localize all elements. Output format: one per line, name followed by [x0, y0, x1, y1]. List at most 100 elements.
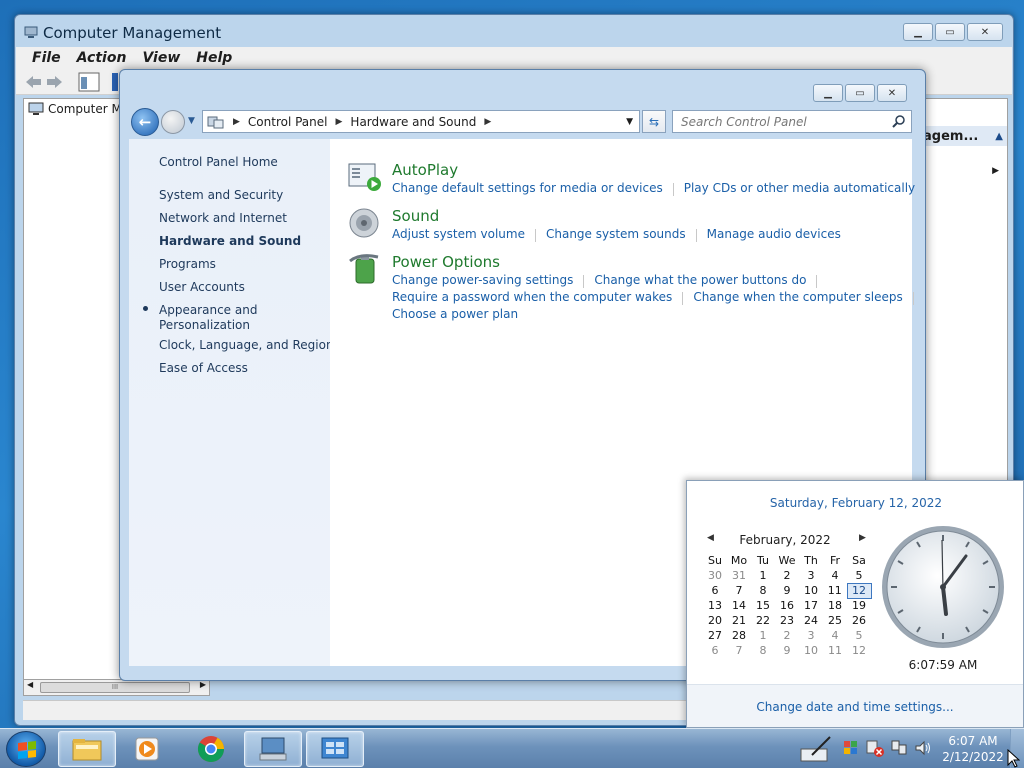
link-require-password-on-wake[interactable]: Require a password when the computer wak… — [392, 290, 682, 305]
calendar-day[interactable]: 24 — [799, 613, 823, 628]
scroll-right-icon[interactable]: ▶ — [200, 680, 206, 689]
calendar-day[interactable]: 3 — [799, 568, 823, 583]
calendar-day[interactable]: 20 — [703, 613, 727, 628]
calendar-day[interactable]: 8 — [751, 583, 775, 598]
search-input[interactable]: Search Control Panel — [672, 110, 912, 133]
long-date-link[interactable]: Saturday, February 12, 2022 — [687, 496, 1024, 510]
calendar-day[interactable]: 5 — [847, 628, 871, 643]
scroll-left-icon[interactable]: ◀ — [27, 680, 33, 689]
autoplay-icon[interactable] — [348, 161, 382, 193]
link-change-sleep-time[interactable]: Change when the computer sleeps — [693, 290, 912, 305]
network-icon[interactable] — [890, 739, 908, 757]
sound-title[interactable]: Sound — [392, 207, 439, 225]
menu-action[interactable]: Action — [77, 50, 127, 66]
calendar-day-today[interactable]: 12 — [846, 582, 872, 599]
sidebar-item-system-and-security[interactable]: System and Security — [159, 188, 283, 203]
toolbar-icon-partial[interactable] — [112, 73, 118, 91]
tree-item-computer[interactable]: Computer Ma — [28, 102, 129, 116]
sidebar-item-programs[interactable]: Programs — [159, 257, 216, 272]
calendar-day[interactable]: 5 — [847, 568, 871, 583]
sidebar-item-appearance[interactable]: Appearance and — [159, 303, 257, 318]
change-date-time-settings-link[interactable]: Change date and time settings... — [687, 700, 1023, 714]
address-bar[interactable]: ▶ Control Panel ▶ Hardware and Sound ▶ ▼ — [202, 110, 640, 133]
volume-icon[interactable] — [914, 739, 932, 757]
scrollbar-thumb[interactable]: III — [40, 682, 190, 693]
calendar-day[interactable]: 2 — [775, 568, 799, 583]
link-change-power-buttons[interactable]: Change what the power buttons do — [594, 273, 816, 288]
calendar-day[interactable]: 12 — [847, 643, 871, 658]
calendar-day[interactable]: 31 — [727, 568, 751, 583]
calendar-day[interactable]: 22 — [751, 613, 775, 628]
calendar-day[interactable]: 11 — [823, 583, 847, 598]
sidebar-item-control-panel-home[interactable]: Control Panel Home — [159, 155, 278, 170]
next-month-icon[interactable]: ▶ — [859, 533, 866, 543]
horizontal-scrollbar[interactable]: ◀ III ▶ — [23, 679, 210, 696]
maximize-button[interactable]: ▭ — [845, 84, 875, 102]
calendar-day[interactable]: 10 — [799, 643, 823, 658]
sidebar-item-ease-of-access[interactable]: Ease of Access — [159, 361, 248, 376]
menu-file[interactable]: File — [32, 50, 61, 66]
minimize-button[interactable]: ▁ — [903, 23, 933, 41]
battery-icon[interactable] — [348, 253, 382, 285]
link-change-default-media-settings[interactable]: Change default settings for media or dev… — [392, 181, 673, 196]
autoplay-title[interactable]: AutoPlay — [392, 161, 458, 179]
calendar-day[interactable]: 9 — [775, 643, 799, 658]
sidebar-item-user-accounts[interactable]: User Accounts — [159, 280, 245, 295]
speaker-icon[interactable] — [348, 207, 382, 239]
calendar-day[interactable]: 30 — [703, 568, 727, 583]
close-button[interactable]: ✕ — [967, 23, 1003, 41]
calendar-day[interactable]: 25 — [823, 613, 847, 628]
calendar-day[interactable]: 21 — [727, 613, 751, 628]
network-warning-icon[interactable] — [866, 739, 884, 757]
taskbar-explorer-button[interactable] — [58, 731, 116, 767]
taskbar-clock[interactable]: 6:07 AM 2/12/2022 — [940, 733, 1006, 765]
calendar-month-title[interactable]: February, 2022 — [707, 533, 863, 547]
calendar-day[interactable]: 15 — [751, 598, 775, 613]
power-options-title[interactable]: Power Options — [392, 253, 500, 271]
calendar-day[interactable]: 1 — [751, 628, 775, 643]
calendar-day[interactable]: 3 — [799, 628, 823, 643]
sidebar-item-network-and-internet[interactable]: Network and Internet — [159, 211, 287, 226]
link-choose-power-plan[interactable]: Choose a power plan — [392, 307, 528, 321]
taskbar-computer-management-button[interactable] — [244, 731, 302, 767]
taskbar-chrome-button[interactable] — [182, 731, 240, 767]
calendar-day[interactable]: 28 — [727, 628, 751, 643]
menu-help[interactable]: Help — [196, 50, 232, 66]
calendar-day[interactable]: 7 — [727, 643, 751, 658]
link-adjust-system-volume[interactable]: Adjust system volume — [392, 227, 535, 242]
taskbar-control-panel-button[interactable] — [306, 731, 364, 767]
calendar-day[interactable]: 8 — [751, 643, 775, 658]
calendar-day[interactable]: 17 — [799, 598, 823, 613]
breadcrumb-hardware-and-sound[interactable]: Hardware and Sound — [350, 115, 476, 129]
sidebar-item-clock-language-region[interactable]: Clock, Language, and Region — [159, 338, 334, 353]
calendar-day[interactable]: 18 — [823, 598, 847, 613]
address-dropdown-icon[interactable]: ▼ — [626, 117, 633, 127]
calendar-day[interactable]: 4 — [823, 628, 847, 643]
calendar-day[interactable]: 27 — [703, 628, 727, 643]
calendar-day[interactable]: 7 — [727, 583, 751, 598]
calendar-day[interactable]: 14 — [727, 598, 751, 613]
close-button[interactable]: ✕ — [877, 84, 907, 102]
taskbar-media-player-button[interactable] — [118, 731, 176, 767]
recent-pages-dropdown-icon[interactable]: ▼ — [188, 116, 195, 126]
link-change-system-sounds[interactable]: Change system sounds — [546, 227, 696, 242]
search-icon[interactable] — [892, 115, 906, 129]
back-forward-icon[interactable] — [24, 73, 64, 91]
link-manage-audio-devices[interactable]: Manage audio devices — [707, 227, 851, 242]
calendar-day[interactable]: 26 — [847, 613, 871, 628]
breadcrumb-separator-icon[interactable]: ▶ — [233, 117, 240, 127]
sidebar-item-hardware-and-sound[interactable]: Hardware and Sound — [159, 234, 301, 249]
calendar-day[interactable]: 13 — [703, 598, 727, 613]
calendar-day[interactable]: 11 — [823, 643, 847, 658]
maximize-button[interactable]: ▭ — [935, 23, 965, 41]
breadcrumb-separator-icon[interactable]: ▶ — [336, 117, 343, 127]
minimize-button[interactable]: ▁ — [813, 84, 843, 102]
forward-button[interactable] — [161, 110, 185, 134]
calendar-day[interactable]: 9 — [775, 583, 799, 598]
link-play-cds-automatically[interactable]: Play CDs or other media automatically — [684, 181, 925, 196]
menu-view[interactable]: View — [142, 50, 180, 66]
refresh-button[interactable]: ⇆ — [642, 110, 666, 133]
show-hide-console-tree-icon[interactable] — [78, 72, 100, 92]
action-center-flag-icon[interactable] — [842, 739, 860, 757]
collapse-up-icon[interactable]: ▲ — [995, 131, 1003, 142]
